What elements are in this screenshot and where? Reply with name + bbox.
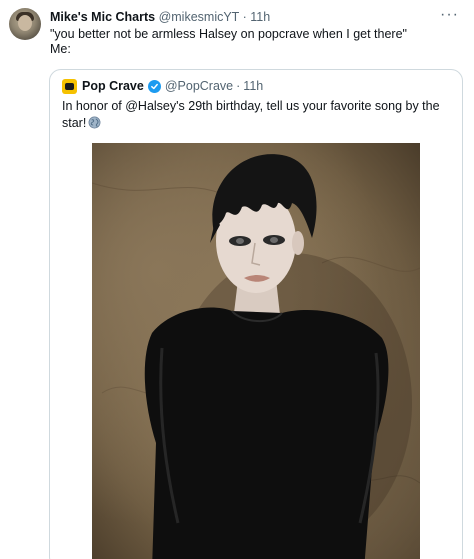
quoted-tweet-photo[interactable] (92, 143, 420, 559)
more-icon[interactable]: ··· (440, 6, 459, 24)
tweet-text-line-1: "you better not be armless Halsey on pop… (50, 27, 407, 41)
quoted-header-separator: · (236, 79, 241, 93)
globe-icon (88, 116, 101, 129)
author-handle[interactable]: @mikesmicYT (159, 10, 240, 24)
tweet-text: "you better not be armless Halsey on pop… (50, 27, 460, 57)
halsey-portrait-image (92, 154, 420, 559)
verified-badge-icon (147, 80, 161, 93)
quoted-author-name[interactable]: Pop Crave (82, 79, 144, 94)
quoted-text-line-2-text: star! (62, 116, 87, 130)
header-separator: · (242, 10, 247, 24)
quoted-timestamp[interactable]: 11h (243, 79, 263, 94)
tweet-header: Mike's Mic Charts @mikesmicYT · 11h (50, 10, 270, 25)
tweet[interactable]: Mike's Mic Charts @mikesmicYT · 11h ··· … (0, 0, 474, 559)
tweet-text-line-2: Me: (50, 42, 71, 56)
quoted-text-line-1: In honor of @Halsey's 29th birthday, tel… (62, 99, 440, 113)
quoted-text-line-2: star! (62, 115, 452, 132)
quoted-tweet-text: In honor of @Halsey's 29th birthday, tel… (62, 98, 452, 132)
tweet-timestamp[interactable]: 11h (250, 10, 270, 24)
quoted-author-handle[interactable]: @PopCrave (165, 79, 233, 94)
pop-crave-avatar-icon[interactable] (62, 79, 77, 94)
author-name[interactable]: Mike's Mic Charts (50, 10, 155, 24)
quoted-tweet-header: Pop Crave @PopCrave · 11h (62, 79, 263, 94)
quoted-tweet[interactable]: Pop Crave @PopCrave · 11h In honor of @H… (49, 69, 463, 559)
avatar[interactable] (9, 8, 41, 40)
avatar-face (18, 15, 32, 31)
